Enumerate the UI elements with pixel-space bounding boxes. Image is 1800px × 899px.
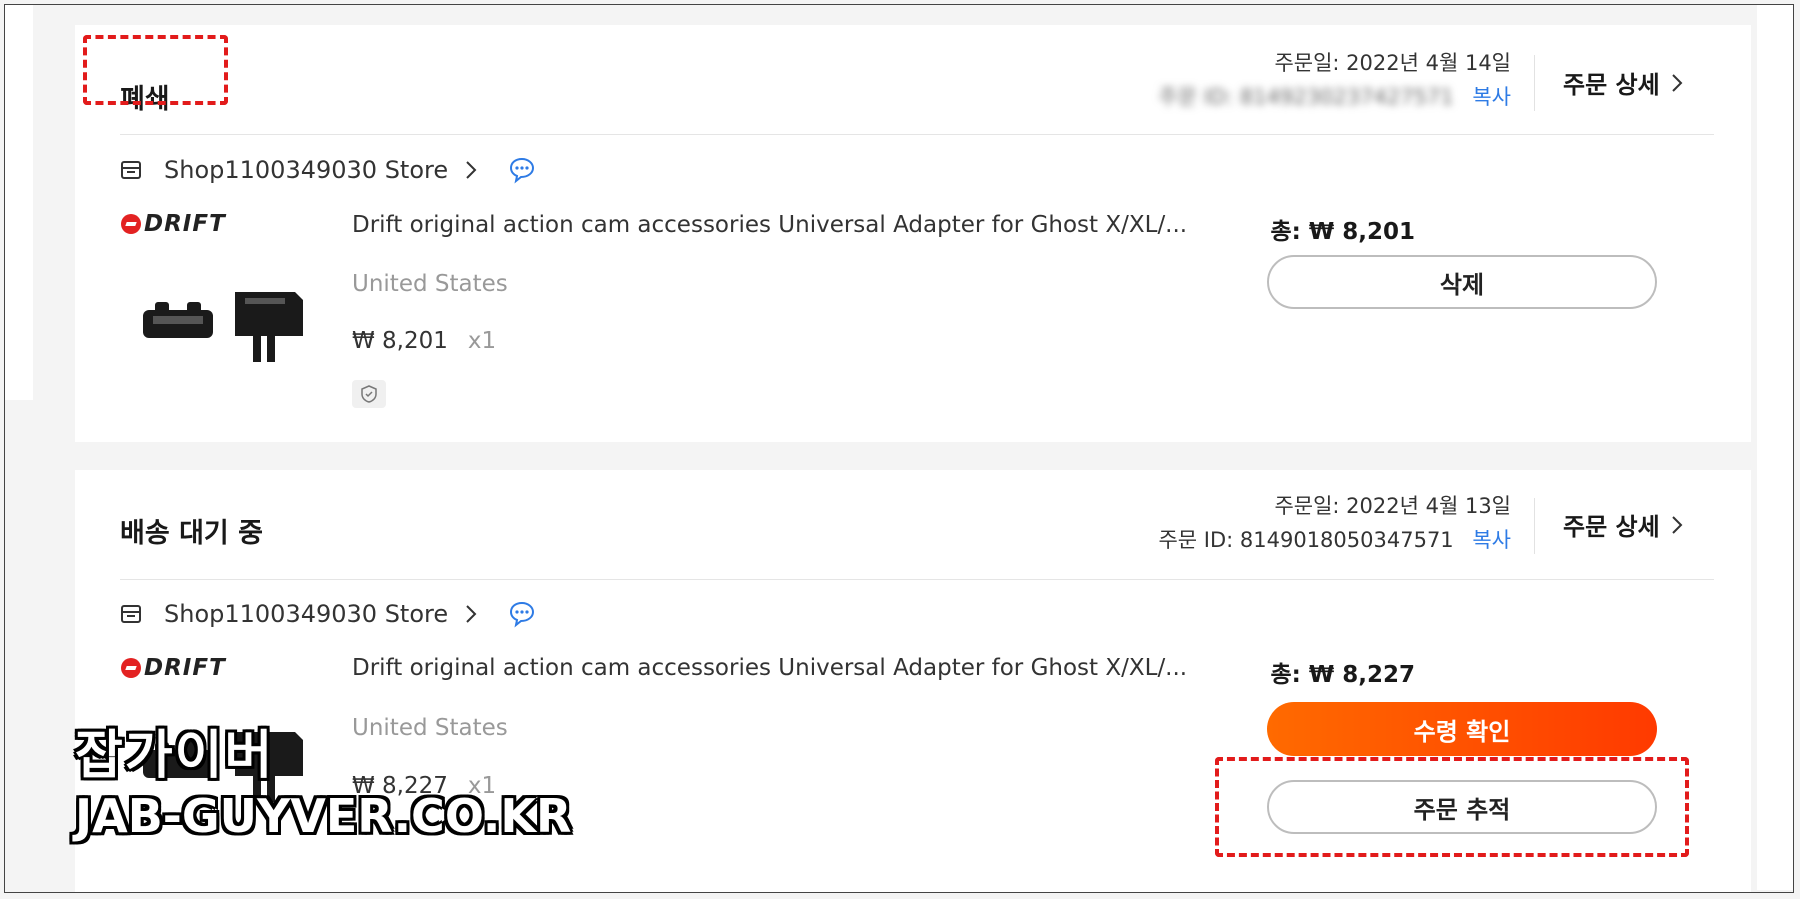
order-id: 8149018050347571 — [1239, 528, 1454, 552]
chevron-right-icon — [466, 161, 477, 179]
highlight-box — [1215, 757, 1689, 857]
divider — [1534, 498, 1535, 554]
order-date: 주문일: 2022년 4월 14일 — [1274, 51, 1511, 75]
order-date: 주문일: 2022년 4월 13일 — [1274, 494, 1511, 518]
chat-icon[interactable] — [508, 156, 536, 184]
store-icon — [121, 161, 141, 179]
shield-icon — [361, 385, 377, 403]
chevron-right-icon — [466, 605, 477, 623]
order-id-label: 주문 ID: — [1158, 85, 1234, 109]
divider — [120, 579, 1714, 580]
order-detail-link[interactable]: 주문 상세 — [1563, 65, 1684, 100]
product-title[interactable]: Drift original action cam accessories Un… — [352, 655, 1187, 681]
item-price: ₩ 8,201 — [352, 328, 448, 354]
store-row[interactable]: Shop1100349030 Store — [120, 600, 536, 628]
brand-logo: DRIFT — [121, 655, 226, 681]
product-title[interactable]: Drift original action cam accessories Un… — [352, 212, 1187, 238]
divider — [1534, 55, 1535, 111]
store-row[interactable]: Shop1100349030 Store — [120, 156, 536, 184]
right-panel — [1757, 5, 1793, 890]
total-label: 총: — [1270, 219, 1301, 245]
page-frame: 폐쇄 주문일: 2022년 4월 14일 주문 ID: 814923023742… — [4, 4, 1794, 893]
total-label: 총: — [1270, 662, 1301, 688]
brand-mark-icon — [121, 214, 141, 234]
ship-country: United States — [352, 271, 508, 297]
order-id-row: 주문 ID: 8149230237427571 복사 — [1158, 81, 1511, 111]
brand-mark-icon — [121, 658, 141, 678]
order-detail-link[interactable]: 주문 상세 — [1563, 507, 1684, 542]
product-thumbnail[interactable] — [135, 280, 315, 370]
copy-link[interactable]: 복사 — [1472, 85, 1511, 109]
total-value: ₩ 8,227 — [1308, 662, 1415, 688]
price-row: ₩ 8,201 x1 — [352, 328, 496, 354]
store-name[interactable]: Shop1100349030 Store — [164, 600, 448, 628]
ship-country: United States — [352, 715, 508, 741]
order-total: 총: ₩ 8,227 — [1265, 655, 1415, 689]
delete-button[interactable]: 삭제 — [1267, 255, 1657, 309]
buyer-protection-badge — [352, 380, 386, 408]
total-value: ₩ 8,201 — [1308, 219, 1415, 245]
highlight-box — [83, 35, 228, 105]
order-id: 8149230237427571 — [1239, 85, 1454, 109]
order-total: 총: ₩ 8,201 — [1265, 212, 1415, 246]
order-id-row: 주문 ID: 8149018050347571 복사 — [1158, 524, 1511, 554]
store-name[interactable]: Shop1100349030 Store — [164, 156, 448, 184]
watermark-title: 잡가이버 — [75, 726, 275, 786]
copy-link[interactable]: 복사 — [1472, 528, 1511, 552]
item-qty: x1 — [467, 328, 497, 354]
order-card: 폐쇄 주문일: 2022년 4월 14일 주문 ID: 814923023742… — [75, 25, 1751, 442]
chat-icon[interactable] — [508, 600, 536, 628]
brand-name: DRIFT — [144, 655, 226, 681]
order-detail-label: 주문 상세 — [1563, 71, 1660, 99]
brand-logo: DRIFT — [121, 211, 226, 237]
chevron-right-icon — [1671, 515, 1683, 534]
divider — [120, 134, 1714, 135]
order-id-label: 주문 ID: — [1158, 528, 1234, 552]
watermark-url: JAB-GUYVER.CO.KR — [75, 789, 572, 843]
left-panel — [5, 5, 33, 400]
brand-name: DRIFT — [144, 211, 226, 237]
chevron-right-icon — [1671, 73, 1683, 92]
order-status: 배송 대기 중 — [120, 518, 263, 549]
confirm-receipt-button[interactable]: 수령 확인 — [1267, 702, 1657, 756]
order-detail-label: 주문 상세 — [1563, 513, 1660, 541]
store-icon — [121, 605, 141, 623]
